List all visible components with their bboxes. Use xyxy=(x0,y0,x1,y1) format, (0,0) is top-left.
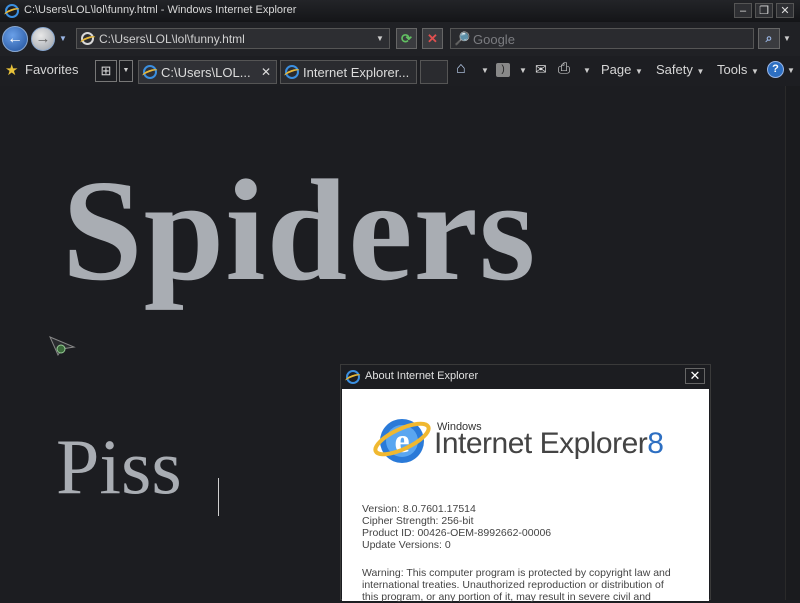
feeds-dropdown-icon[interactable]: ▼ xyxy=(519,66,527,75)
minimize-button[interactable]: – xyxy=(734,3,752,18)
arrow-left-icon: ← xyxy=(7,30,23,47)
tools-menu-label: Tools xyxy=(717,62,748,77)
search-button[interactable]: ⌕ xyxy=(758,28,780,49)
new-tab-button[interactable] xyxy=(420,60,448,84)
refresh-icon: ⟳ xyxy=(401,31,412,46)
page-icon xyxy=(81,32,94,45)
tab-ie-icon xyxy=(143,65,157,79)
window-title: C:\Users\LOL\lol\funny.html - Windows In… xyxy=(24,4,297,16)
favorites-button[interactable]: Favorites xyxy=(25,62,78,77)
about-dialog: About Internet Explorer ✕ e Windows Inte… xyxy=(340,364,711,603)
address-input[interactable]: C:\Users\LOL\lol\funny.html xyxy=(99,32,245,46)
update-versions-info: Update Versions: 0 xyxy=(362,539,451,551)
favorites-star-icon: ★ xyxy=(5,62,19,79)
warning-text-line: this program, or any portion of it, may … xyxy=(362,591,651,603)
print-icon[interactable]: ⎙ xyxy=(558,60,570,77)
tab-label: C:\Users\LOL... xyxy=(161,65,251,80)
page-menu[interactable]: Page ▼ xyxy=(601,62,643,77)
ie8-logo-icon: e xyxy=(372,409,432,469)
tab-funny-html[interactable]: C:\Users\LOL... ✕ xyxy=(138,60,277,84)
search-input[interactable]: Google xyxy=(473,32,515,47)
restore-button[interactable]: ❐ xyxy=(755,3,773,18)
chevron-down-icon: ▼ xyxy=(122,67,130,74)
chevron-down-icon: ▼ xyxy=(635,67,643,76)
text-cursor xyxy=(218,478,219,516)
recent-pages-chevron-icon[interactable]: ▼ xyxy=(59,34,67,43)
safety-menu[interactable]: Safety ▼ xyxy=(656,62,704,77)
stop-icon: ✕ xyxy=(427,31,438,46)
product-id-info: Product ID: 00426-OEM-8992662-00006 xyxy=(362,527,552,539)
page-heading: Spiders xyxy=(62,151,537,311)
tab-label: Internet Explorer... xyxy=(303,65,410,80)
quick-tabs-button[interactable]: ⊞ xyxy=(95,60,117,82)
address-bar[interactable]: C:\Users\LOL\lol\funny.html ▼ xyxy=(76,28,390,49)
refresh-button[interactable]: ⟳ xyxy=(396,28,417,49)
arrow-right-icon: → xyxy=(35,30,51,47)
chevron-down-icon: ▼ xyxy=(750,67,759,76)
close-button[interactable]: ✕ xyxy=(776,3,794,18)
safety-menu-label: Safety xyxy=(656,62,693,77)
cipher-info: Cipher Strength: 256-bit xyxy=(362,515,474,527)
page-menu-label: Page xyxy=(601,62,632,77)
dialog-close-button[interactable]: ✕ xyxy=(685,368,705,384)
grid-icon: ⊞ xyxy=(100,63,112,78)
version-info: Version: 8.0.7601.17514 xyxy=(362,503,476,515)
help-icon[interactable]: ? xyxy=(767,61,784,78)
search-options-chevron-icon[interactable]: ▼ xyxy=(783,34,791,43)
home-icon[interactable]: ⌂ xyxy=(456,60,466,78)
search-icon: ⌕ xyxy=(765,31,773,45)
vertical-scrollbar[interactable] xyxy=(785,86,800,600)
stop-button[interactable]: ✕ xyxy=(422,28,443,49)
search-box[interactable]: 🔎 Google xyxy=(450,28,754,49)
forward-button[interactable]: → xyxy=(31,27,55,51)
warning-text-line: Warning: This computer program is protec… xyxy=(362,567,671,579)
tab-ie-icon xyxy=(285,65,299,79)
mail-icon[interactable]: ✉ xyxy=(535,61,547,78)
tab-internet-explorer[interactable]: Internet Explorer... xyxy=(280,60,417,84)
warning-text-line: international treaties. Unauthorized rep… xyxy=(362,579,664,591)
address-dropdown-icon[interactable]: ▼ xyxy=(376,34,384,43)
home-dropdown-icon[interactable]: ▼ xyxy=(481,66,489,75)
dialog-title: About Internet Explorer xyxy=(365,370,479,382)
page-subtext: Piss xyxy=(56,423,182,510)
tools-menu[interactable]: Tools ▼ xyxy=(717,62,759,77)
title-bar: C:\Users\LOL\lol\funny.html - Windows In… xyxy=(0,0,800,22)
chevron-down-icon: ▼ xyxy=(696,67,705,76)
tab-list-button[interactable]: ▼ xyxy=(119,60,133,82)
ie-icon xyxy=(5,4,19,18)
print-dropdown-icon[interactable]: ▼ xyxy=(583,66,591,75)
close-icon: ✕ xyxy=(689,368,701,383)
tab-close-icon[interactable]: ✕ xyxy=(261,65,271,79)
feeds-icon[interactable]: ) xyxy=(496,63,510,77)
dialog-ie-icon xyxy=(346,370,360,384)
dialog-body: e Windows Internet Explorer8 Version: 8.… xyxy=(342,389,709,603)
search-provider-icon: 🔎 xyxy=(454,31,471,46)
help-dropdown-icon[interactable]: ▼ xyxy=(787,66,795,75)
brand-name-text: Internet Explorer xyxy=(434,427,648,460)
back-button[interactable]: ← xyxy=(2,26,28,52)
brand-name: Internet Explorer8 xyxy=(434,427,664,461)
brand-version: 8 xyxy=(647,427,664,460)
cursor-pointer-icon xyxy=(48,335,76,357)
